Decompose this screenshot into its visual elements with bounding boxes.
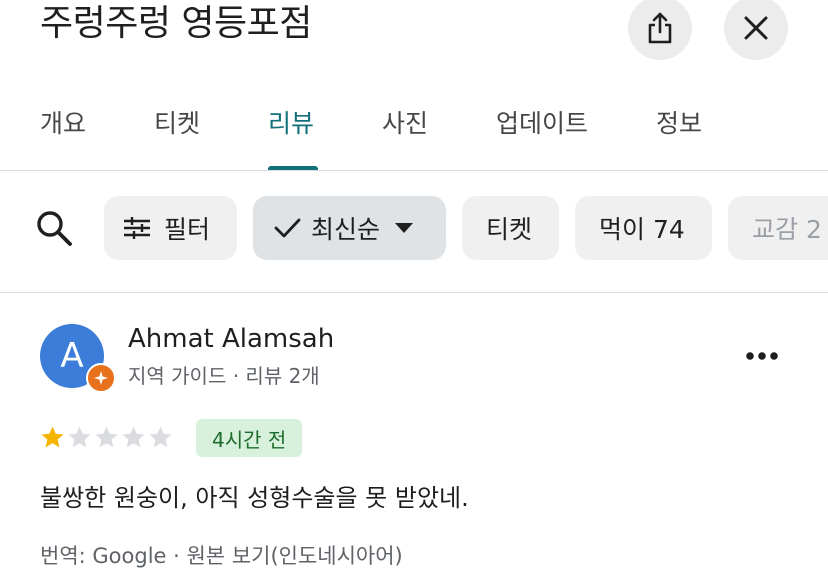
- tab-divider: [0, 170, 828, 171]
- star-badge-icon: [94, 371, 108, 385]
- share-button[interactable]: [628, 0, 692, 60]
- tab-photos[interactable]: 사진: [382, 104, 428, 140]
- tune-icon: [122, 216, 152, 240]
- star-empty-icon: [95, 426, 118, 448]
- translation-separator: ·: [166, 544, 187, 568]
- star-filled-icon: [41, 426, 64, 448]
- view-original-link[interactable]: 원본 보기(인도네시아어): [186, 544, 402, 568]
- tab-reviews[interactable]: 리뷰: [268, 104, 314, 140]
- search-icon[interactable]: [34, 208, 74, 248]
- tab-updates[interactable]: 업데이트: [496, 104, 588, 140]
- reviewer-name[interactable]: Ahmat Alamsah: [128, 324, 334, 354]
- tickets-chip-label: 티켓: [486, 215, 533, 244]
- more-options-icon[interactable]: [740, 340, 784, 372]
- sort-chip-label: 최신순: [311, 215, 381, 244]
- star-empty-icon: [122, 426, 145, 448]
- feeding-chip[interactable]: 먹이 74: [575, 196, 712, 260]
- star-empty-icon: [149, 426, 172, 448]
- close-icon: [744, 16, 768, 40]
- star-rating: [40, 425, 173, 450]
- filter-bar: 필터 최신순 티켓 먹이 74 교감 2: [0, 196, 828, 260]
- translation-source: 번역: Google: [40, 544, 167, 568]
- share-icon: [648, 12, 672, 44]
- tab-overview[interactable]: 개요: [40, 104, 86, 140]
- review-time-badge: 4시간 전: [196, 419, 303, 457]
- review-text: 불쌍한 원숭이, 아직 성형수술을 못 받았네.: [40, 484, 469, 512]
- interaction-chip[interactable]: 교감 2: [728, 196, 828, 260]
- filter-chip[interactable]: 필터: [104, 196, 237, 260]
- page-title: 주렁주렁 영등포점: [40, 3, 312, 44]
- interaction-chip-label: 교감 2: [752, 215, 822, 244]
- feeding-chip-label: 먹이 74: [599, 215, 685, 244]
- filter-chip-label: 필터: [164, 215, 211, 244]
- filter-divider: [0, 292, 828, 293]
- tab-tickets[interactable]: 티켓: [154, 104, 200, 140]
- star-empty-icon: [68, 426, 91, 448]
- local-guide-badge: [86, 363, 116, 393]
- translation-info: 번역: Google · 원본 보기(인도네시아어): [40, 540, 403, 570]
- tab-about[interactable]: 정보: [656, 104, 702, 140]
- avatar-letter: A: [60, 336, 84, 376]
- tickets-chip[interactable]: 티켓: [462, 196, 559, 260]
- reviewer-meta: 지역 가이드 · 리뷰 2개: [128, 364, 320, 388]
- dropdown-arrow-icon: [394, 222, 414, 234]
- close-button[interactable]: [724, 0, 788, 60]
- check-icon: [273, 216, 301, 240]
- tab-bar: 개요 티켓 리뷰 사진 업데이트 정보: [0, 92, 828, 171]
- sort-chip[interactable]: 최신순: [253, 196, 446, 260]
